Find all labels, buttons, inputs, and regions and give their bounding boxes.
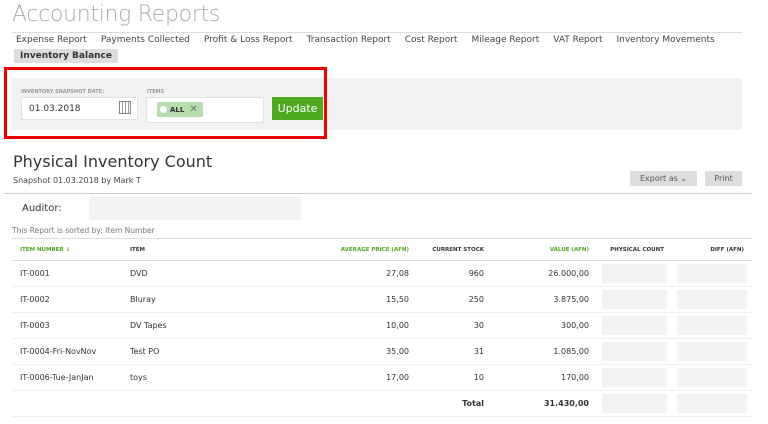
cell: 15,50	[242, 286, 417, 313]
cell: IT-0003	[12, 312, 122, 339]
cell: IT-0006-Tue-JanJan	[12, 364, 122, 391]
col-average-price[interactable]: AVERAGE PRICE (AFN)	[242, 239, 417, 261]
cell: IT-0001	[12, 260, 122, 287]
total-diff-cell	[677, 394, 747, 413]
col-item: ITEM	[130, 246, 146, 253]
cell: Bluray	[122, 286, 242, 313]
cell: 3.875,00	[492, 286, 597, 313]
total-row: Total 31.430,00	[12, 390, 752, 417]
cell: IT-0004-Fri-NovNov	[12, 338, 122, 365]
export-label: Export as	[639, 174, 678, 183]
tab-expense-report[interactable]: Expense Report	[16, 35, 87, 45]
chip-dot-icon	[160, 106, 167, 113]
cell: 250	[417, 286, 492, 313]
cell: IT-0002	[12, 286, 122, 313]
diff-cell	[677, 290, 747, 309]
table-row: IT-0002 Bluray 15,50 250 3.875,00	[12, 286, 752, 313]
table-row: IT-0001 DVD 27,08 960 26.000,00	[12, 260, 752, 287]
physical-count-input[interactable]	[602, 316, 667, 335]
diff-cell	[677, 342, 747, 361]
divider	[4, 193, 752, 194]
cell: 31	[417, 338, 492, 365]
cell: 1.085,00	[492, 338, 597, 365]
auditor-input[interactable]	[89, 197, 301, 220]
table-row: IT-0004-Fri-NovNov Test PO 35,00 31 1.085,00	[12, 338, 752, 365]
col-diff: DIFF (AFN)	[710, 246, 744, 253]
table-header: ITEM NUMBER ↓ ITEM AVERAGE PRICE (AFN) C…	[12, 238, 752, 261]
tab-inventory-movements[interactable]: Inventory Movements	[616, 35, 714, 45]
cell: 10	[417, 364, 492, 391]
divider	[12, 32, 742, 33]
report-tabs: Expense Report Payments Collected Profit &…	[16, 35, 729, 45]
total-value: 31.430,00	[492, 390, 597, 417]
cell: 170,00	[492, 364, 597, 391]
physical-count-input[interactable]	[602, 264, 667, 283]
physical-count-input[interactable]	[602, 368, 667, 387]
diff-cell	[677, 316, 747, 335]
auditor-label: Auditor:	[22, 203, 62, 214]
physical-count-input[interactable]	[602, 342, 667, 361]
items-label: ITEMS	[147, 89, 165, 95]
cell: 960	[417, 260, 492, 287]
calendar-icon[interactable]	[119, 101, 131, 114]
items-chip: ALL ✕	[157, 102, 203, 117]
tab-vat-report[interactable]: VAT Report	[553, 35, 602, 45]
snapshot-info: Snapshot 01.03.2018 by Mark T	[13, 176, 141, 185]
chip-label: ALL	[170, 105, 185, 114]
date-label: INVENTORY SNAPSHOT DATE:	[21, 89, 105, 95]
cell: Test PO	[122, 338, 242, 365]
total-label: Total	[417, 390, 492, 417]
tab-mileage-report[interactable]: Mileage Report	[471, 35, 539, 45]
col-physical-count: PHYSICAL COUNT	[610, 246, 664, 253]
total-count-cell	[602, 394, 667, 413]
tab-inventory-balance[interactable]: Inventory Balance	[14, 49, 118, 63]
tab-profit-loss-report[interactable]: Profit & Loss Report	[204, 35, 293, 45]
diff-cell	[677, 368, 747, 387]
update-button[interactable]: Update	[272, 97, 323, 120]
report-title: Physical Inventory Count	[13, 152, 213, 171]
cell: 35,00	[242, 338, 417, 365]
tab-payments-collected[interactable]: Payments Collected	[101, 35, 190, 45]
cell: 27,08	[242, 260, 417, 287]
chevron-down-icon: ⌄	[680, 174, 688, 183]
export-button[interactable]: Export as ⌄	[630, 171, 697, 186]
close-icon[interactable]: ✕	[189, 104, 197, 115]
col-current-stock: CURRENT STOCK	[432, 246, 484, 253]
print-button[interactable]: Print	[705, 171, 742, 186]
sorted-by-text: This Report is sorted by: Item Number	[12, 226, 155, 235]
table-row: IT-0003 DV Tapes 10,00 30 300,00	[12, 312, 752, 339]
cell: 26.000,00	[492, 260, 597, 287]
table-row: IT-0006-Tue-JanJan toys 17,00 10 170,00	[12, 364, 752, 391]
cell: 10,00	[242, 312, 417, 339]
cell: 30	[417, 312, 492, 339]
page-title: Accounting Reports	[12, 2, 221, 27]
col-value[interactable]: VALUE (AFN)	[492, 239, 597, 261]
cell: 300,00	[492, 312, 597, 339]
cell: toys	[122, 364, 242, 391]
cell: 17,00	[242, 364, 417, 391]
tab-transaction-report[interactable]: Transaction Report	[307, 35, 391, 45]
inventory-table: ITEM NUMBER ↓ ITEM AVERAGE PRICE (AFN) C…	[12, 238, 752, 417]
cell: DVD	[122, 260, 242, 287]
tab-cost-report[interactable]: Cost Report	[405, 35, 458, 45]
diff-cell	[677, 264, 747, 283]
col-item-number[interactable]: ITEM NUMBER ↓	[12, 239, 122, 261]
physical-count-input[interactable]	[602, 290, 667, 309]
cell: DV Tapes	[122, 312, 242, 339]
